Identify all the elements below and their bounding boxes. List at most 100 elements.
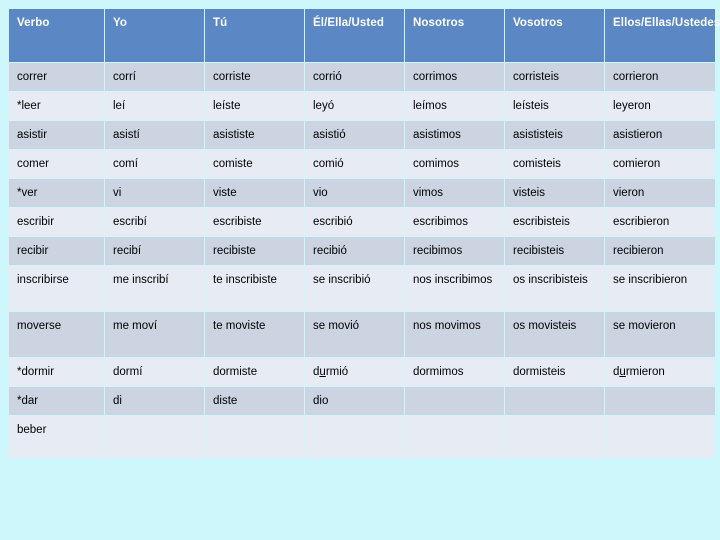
table-cell: dormiste bbox=[205, 358, 304, 386]
table-cell: leíste bbox=[205, 92, 304, 120]
table-cell: corrí bbox=[105, 63, 204, 91]
table-row: comer comí comiste comió comimos comisteis com… bbox=[9, 150, 715, 178]
table-cell: recibisteis bbox=[505, 237, 604, 265]
table-cell: leísteis bbox=[505, 92, 604, 120]
table-cell: recibió bbox=[305, 237, 404, 265]
table-cell bbox=[105, 416, 204, 458]
table-cell: me moví bbox=[105, 312, 204, 357]
table-cell: durmió bbox=[305, 358, 404, 386]
table-cell: asistimos bbox=[405, 121, 504, 149]
table-cell: leímos bbox=[405, 92, 504, 120]
table-row: escribir escribí escribiste escribió escribi… bbox=[9, 208, 715, 236]
table-row: asistir asistí asististe asistió asistimos as… bbox=[9, 121, 715, 149]
table-cell: te inscribiste bbox=[205, 266, 304, 311]
table-cell: recibieron bbox=[605, 237, 715, 265]
table-cell: se movieron bbox=[605, 312, 715, 357]
table-cell: vi bbox=[105, 179, 204, 207]
table-cell: recibir bbox=[9, 237, 104, 265]
table-cell: vimos bbox=[405, 179, 504, 207]
table-cell: nos movimos bbox=[405, 312, 504, 357]
table-cell: asistieron bbox=[605, 121, 715, 149]
slide-canvas: Verbo Yo Tú Él/Ella/Usted Nosotros Vosot… bbox=[0, 0, 720, 540]
table-cell: se movió bbox=[305, 312, 404, 357]
table-cell: diste bbox=[205, 387, 304, 415]
table-cell: leyeron bbox=[605, 92, 715, 120]
table-row: *leer leí leíste leyó leímos leísteis leyeron bbox=[9, 92, 715, 120]
stem-change-underline: u bbox=[319, 366, 326, 378]
table-cell: comisteis bbox=[505, 150, 604, 178]
column-header-ellos-ellas-ustedes: Ellos/Ellas/Ustedes bbox=[605, 9, 720, 62]
table-cell bbox=[505, 416, 604, 458]
stem-change-underline: u bbox=[619, 366, 626, 378]
table-cell: asistió bbox=[305, 121, 404, 149]
table-cell: dio bbox=[305, 387, 404, 415]
table-cell: vio bbox=[305, 179, 404, 207]
table-cell: comió bbox=[305, 150, 404, 178]
table-cell: dormimos bbox=[405, 358, 504, 386]
table-cell bbox=[605, 416, 715, 458]
table-cell: comimos bbox=[405, 150, 504, 178]
table-cell: recibí bbox=[105, 237, 204, 265]
table-cell: comí bbox=[105, 150, 204, 178]
table-cell: *ver bbox=[9, 179, 104, 207]
table-cell bbox=[405, 387, 504, 415]
table-cell: escribieron bbox=[605, 208, 715, 236]
table-cell: se inscribió bbox=[305, 266, 404, 311]
table-cell: comiste bbox=[205, 150, 304, 178]
table-cell bbox=[305, 416, 404, 458]
table-cell: di bbox=[105, 387, 204, 415]
table-cell: durmieron bbox=[605, 358, 715, 386]
table-cell: escribí bbox=[105, 208, 204, 236]
table-cell: os movisteis bbox=[505, 312, 604, 357]
table-row: *ver vi viste vio vimos visteis vieron bbox=[9, 179, 715, 207]
column-header-verbo: Verbo bbox=[9, 9, 104, 62]
column-header-vosotros: Vosotros bbox=[505, 9, 604, 62]
table-cell: os inscribisteis bbox=[505, 266, 604, 311]
table-cell: vieron bbox=[605, 179, 715, 207]
table-cell: escribir bbox=[9, 208, 104, 236]
column-header-tu: Tú bbox=[205, 9, 304, 62]
column-header-nosotros: Nosotros bbox=[405, 9, 504, 62]
table-cell: escribiste bbox=[205, 208, 304, 236]
table-cell: corrimos bbox=[405, 63, 504, 91]
table-cell: corrió bbox=[305, 63, 404, 91]
table-cell: corristeis bbox=[505, 63, 604, 91]
table-cell: me inscribí bbox=[105, 266, 204, 311]
table-cell: viste bbox=[205, 179, 304, 207]
table-cell: inscribirse bbox=[9, 266, 104, 311]
table-cell: recibiste bbox=[205, 237, 304, 265]
table-cell: *leer bbox=[9, 92, 104, 120]
table-row: recibir recibí recibiste recibió recibimos re… bbox=[9, 237, 715, 265]
table-cell: asististe bbox=[205, 121, 304, 149]
table-cell: leyó bbox=[305, 92, 404, 120]
table-cell bbox=[505, 387, 604, 415]
table-cell bbox=[605, 387, 715, 415]
table-cell: comer bbox=[9, 150, 104, 178]
table-cell: dormisteis bbox=[505, 358, 604, 386]
table-cell: corrieron bbox=[605, 63, 715, 91]
table-cell: leí bbox=[105, 92, 204, 120]
table-cell: *dormir bbox=[9, 358, 104, 386]
table-cell: correr bbox=[9, 63, 104, 91]
preterite-conjugation-table: Verbo Yo Tú Él/Ella/Usted Nosotros Vosot… bbox=[8, 8, 720, 459]
table-cell: dormí bbox=[105, 358, 204, 386]
table-cell: beber bbox=[9, 416, 104, 458]
table-cell: moverse bbox=[9, 312, 104, 357]
table-body: correr corrí corriste corrió corrimos corrist… bbox=[9, 63, 715, 458]
table-cell: escribimos bbox=[405, 208, 504, 236]
table-cell: asististeis bbox=[505, 121, 604, 149]
table-row: inscribirse me inscribí te inscribiste se i… bbox=[9, 266, 715, 311]
table-header-row: Verbo Yo Tú Él/Ella/Usted Nosotros Vosot… bbox=[9, 9, 720, 62]
table-cell: te moviste bbox=[205, 312, 304, 357]
table-cell: escribisteis bbox=[505, 208, 604, 236]
table-cell bbox=[405, 416, 504, 458]
table-cell: corriste bbox=[205, 63, 304, 91]
table-cell: comieron bbox=[605, 150, 715, 178]
table-cell: asistí bbox=[105, 121, 204, 149]
table-row: beber bbox=[9, 416, 715, 458]
table-cell: se inscribieron bbox=[605, 266, 715, 311]
table-cell: recibimos bbox=[405, 237, 504, 265]
table-cell: escribió bbox=[305, 208, 404, 236]
column-header-el-ella-usted: Él/Ella/Usted bbox=[305, 9, 404, 62]
table-row: *dormir dormí dormiste durmió dormimos dormis… bbox=[9, 358, 715, 386]
